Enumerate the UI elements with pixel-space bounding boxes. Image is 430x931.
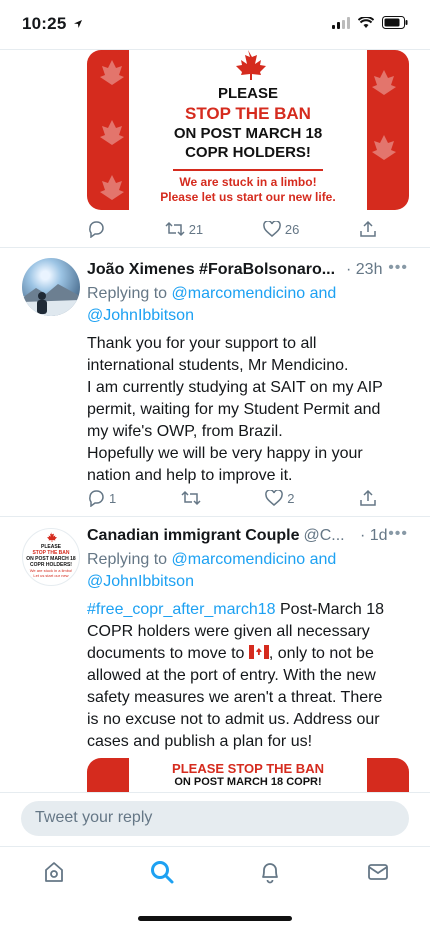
- divider: [0, 247, 430, 248]
- status-indicators: [332, 16, 408, 29]
- share-icon: [360, 220, 376, 237]
- divider: [0, 846, 430, 847]
- mention-conjunction: and: [309, 551, 337, 568]
- reply-button[interactable]: 1: [87, 487, 116, 509]
- retweet-icon: [181, 490, 201, 506]
- signal-icon: [332, 16, 350, 29]
- reply-icon: [89, 490, 104, 507]
- tweet-header: João Ximenes #ForaBolsonaro...: [87, 261, 340, 279]
- tweet-time: · 23h: [346, 261, 383, 278]
- avatar[interactable]: PLEASE STOP THE BAN ON POST MARCH 18 COP…: [22, 528, 80, 586]
- home-icon: [45, 862, 63, 882]
- banner-line: PLEASE: [217, 85, 278, 102]
- display-name[interactable]: Canadian immigrant Couple: [87, 527, 299, 545]
- like-button[interactable]: 2: [265, 487, 294, 509]
- banner-line: ON POST MARCH 18 COPR!: [174, 776, 322, 788]
- avatar-image: PLEASE STOP THE BAN ON POST MARCH 18 COP…: [23, 529, 79, 578]
- mention-conjunction: and: [309, 285, 337, 302]
- banner-line: ON POST MARCH 18: [173, 125, 323, 142]
- canada-flag-emoji: [248, 645, 269, 659]
- replying-to: Replying to @marcomendicino and @JohnIbb…: [87, 285, 337, 324]
- like-count: 26: [284, 221, 300, 237]
- maple-leaf-icon: [236, 50, 266, 80]
- hashtag-link[interactable]: #free_copr_after_march18: [87, 601, 276, 618]
- banner-line: COPR HOLDERS!: [185, 144, 311, 161]
- tab-notifications[interactable]: [256, 858, 284, 886]
- display-name[interactable]: João Ximenes #ForaBolsonaro...: [87, 261, 335, 279]
- tweet-header: Canadian immigrant Couple @C...: [87, 527, 350, 545]
- share-button[interactable]: [359, 487, 377, 509]
- tweet-actions: 21 26: [87, 218, 377, 240]
- retweet-button[interactable]: 21: [165, 218, 203, 240]
- retweet-button[interactable]: [181, 487, 201, 509]
- tweet-time-wrap: · 1d: [358, 527, 388, 545]
- retweet-count: 21: [188, 221, 204, 237]
- maple-leaf-icon: [47, 532, 57, 542]
- banner-line: STOP THE BAN: [185, 104, 311, 123]
- status-bar: 10:25: [0, 0, 430, 48]
- bottom-tab-bar: [0, 848, 430, 896]
- wifi-icon: [358, 16, 374, 28]
- tweet-image[interactable]: PLEASE STOP THE BAN ON POST MARCH 18 COP…: [87, 758, 409, 792]
- mail-icon: [368, 864, 388, 880]
- tweet-time-wrap: · 23h: [344, 261, 382, 279]
- banner-rule: [173, 169, 323, 171]
- avatar-photo: [22, 284, 80, 316]
- divider: [0, 516, 430, 517]
- mention-link[interactable]: @JohnIbbitson: [87, 307, 194, 324]
- reply-button[interactable]: [87, 218, 105, 240]
- like-count: 2: [287, 490, 295, 506]
- retweet-icon: [165, 221, 185, 237]
- tweet-image[interactable]: PLEASE STOP THE BAN ON POST MARCH 18 COP…: [87, 50, 409, 210]
- tab-home[interactable]: [40, 858, 68, 886]
- maple-leaf-pattern: [372, 70, 396, 160]
- banner-line: PLEASE STOP THE BAN: [172, 761, 324, 776]
- banner-sub: Please let us start our new life.: [160, 190, 336, 204]
- tweet-text: #free_copr_after_march18 Post-March 18 C…: [87, 601, 385, 750]
- heart-icon: [263, 221, 281, 237]
- status-time: 10:25: [22, 14, 83, 34]
- mention-link[interactable]: @marcomendicino: [172, 285, 306, 302]
- handle: @C...: [303, 527, 345, 544]
- reply-count: 1: [109, 490, 117, 506]
- maple-leaf-pattern: [100, 60, 124, 200]
- bell-icon: [262, 863, 278, 884]
- divider: [0, 792, 430, 793]
- search-icon: [151, 861, 174, 884]
- tab-search[interactable]: [148, 858, 176, 886]
- battery-icon: [382, 16, 408, 29]
- replying-to: Replying to @marcomendicino and @JohnIbb…: [87, 551, 337, 590]
- share-icon: [360, 489, 376, 506]
- tweet-time: · 1d: [360, 527, 388, 544]
- mention-link[interactable]: @JohnIbbitson: [87, 573, 194, 590]
- tab-messages[interactable]: [364, 858, 392, 886]
- like-button[interactable]: 26: [263, 218, 299, 240]
- mention-link[interactable]: @marcomendicino: [172, 551, 306, 568]
- reply-compose-input[interactable]: Tweet your reply: [21, 801, 409, 836]
- home-indicator: [138, 916, 292, 921]
- more-options-icon[interactable]: •••: [388, 525, 408, 543]
- share-button[interactable]: [359, 218, 377, 240]
- more-options-icon[interactable]: •••: [388, 259, 408, 277]
- heart-icon: [265, 490, 284, 506]
- reply-icon: [89, 221, 104, 238]
- location-arrow-icon: [74, 20, 83, 28]
- avatar[interactable]: [22, 258, 80, 316]
- tweet-text: Thank you for your support to all intern…: [87, 335, 383, 484]
- banner-sub: We are stuck in a limbo!: [179, 175, 317, 189]
- tweet-actions: 1 2: [87, 487, 377, 509]
